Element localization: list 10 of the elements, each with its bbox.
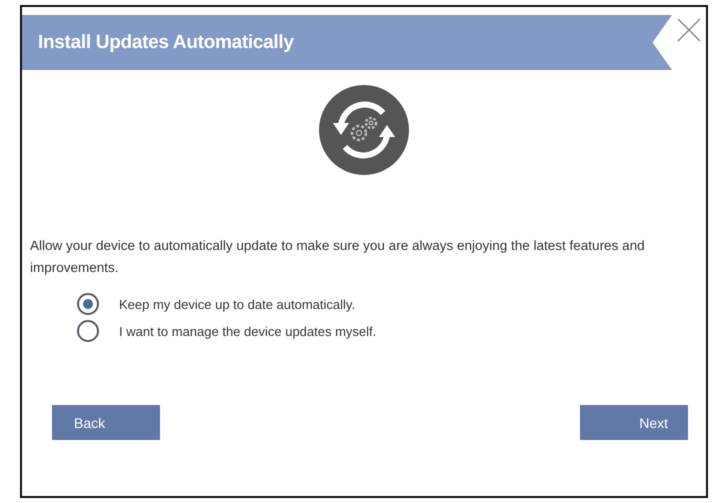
close-icon[interactable] [676, 17, 702, 43]
update-gears-icon [319, 85, 409, 175]
back-button[interactable]: Back [52, 405, 160, 440]
dialog-title: Install Updates Automatically [38, 32, 294, 54]
option-label[interactable]: Keep my device up to date automatically. [119, 296, 356, 312]
radio-button[interactable] [77, 293, 99, 315]
option-label[interactable]: I want to manage the device updates myself. [119, 324, 376, 338]
description-text: Allow your device to automatically update to make sure you are always enjoying the latest features and improvements. [30, 237, 646, 277]
radio-button[interactable] [77, 320, 99, 342]
next-button[interactable]: Next [580, 405, 688, 440]
